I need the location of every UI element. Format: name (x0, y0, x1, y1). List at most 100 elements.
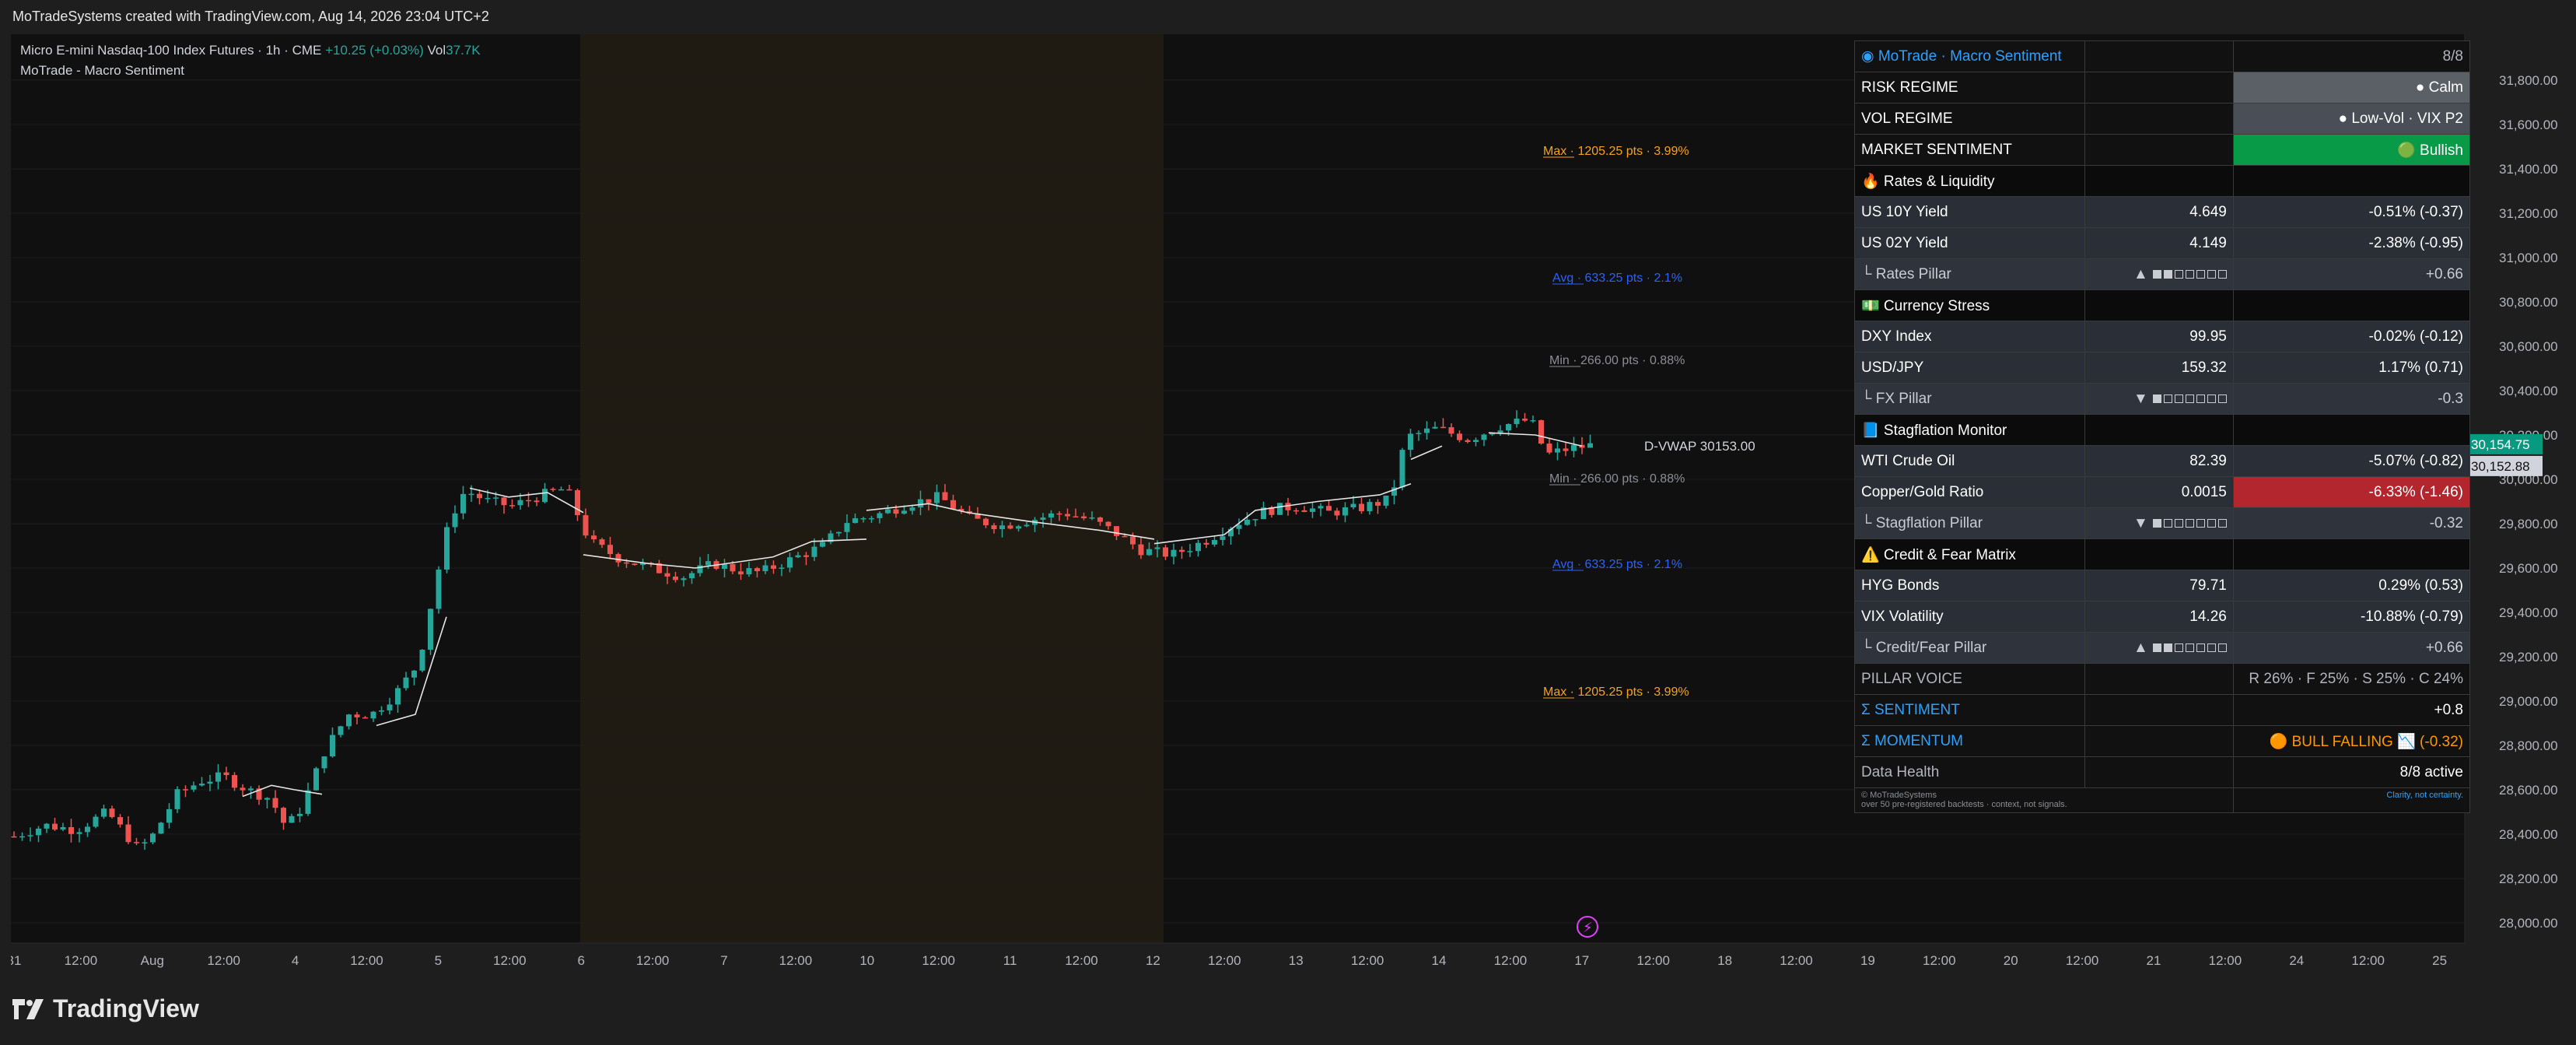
vwap-label: D-VWAP 30153.00 (1644, 439, 1755, 454)
candle-body (811, 546, 817, 557)
indicator-name[interactable]: MoTrade - Macro Sentiment (20, 61, 481, 81)
meter-square (2217, 518, 2227, 528)
footnote-right: Clarity, not certainty. (2232, 787, 2471, 813)
candle-body (101, 808, 107, 817)
candle-body (305, 790, 311, 814)
candle-body (754, 568, 760, 572)
candle-body (85, 826, 90, 833)
price-tick-label: 31,400.00 (2499, 162, 2558, 177)
candle-body (52, 823, 58, 830)
candle-body (1007, 525, 1013, 529)
candle-body (125, 824, 131, 843)
top-bar: MoTradeSystems created with TradingView.… (0, 0, 2576, 34)
candle-body (1367, 502, 1373, 511)
candle-body (1457, 433, 1462, 440)
rates-pillar-label: └ Rates Pillar (1854, 258, 2085, 290)
candle-body (1318, 506, 1324, 509)
chart-legend: Micro E-mini Nasdaq-100 Index Futures · … (20, 40, 481, 81)
candle-body (575, 489, 580, 516)
meter-square (2196, 643, 2205, 652)
candle-body (232, 775, 237, 788)
candle-body (1073, 516, 1079, 518)
candle-body (681, 578, 687, 580)
candle-body (183, 789, 188, 791)
time-tick-label: 11 (1003, 953, 1017, 968)
candle-body (607, 545, 613, 555)
fx-pillar-score: -0.3 (2232, 383, 2471, 415)
section-credit: ⚠️ Credit & Fear Matrix (1854, 538, 2085, 570)
candle-body (820, 542, 825, 547)
candle-body (1408, 433, 1413, 451)
candle-body (844, 523, 850, 532)
candle-body (1301, 510, 1307, 512)
symbol-line[interactable]: Micro E-mini Nasdaq-100 Index Futures · … (20, 40, 481, 61)
candle-body (926, 499, 932, 503)
candle-body (1146, 549, 1152, 556)
rates-pillar-bars (2152, 269, 2227, 279)
candle-body (313, 768, 319, 791)
candle-body (370, 711, 376, 719)
candle-body (174, 789, 180, 809)
price-tick-label: 29,400.00 (2499, 605, 2558, 620)
table-title: ◉ MoTrade · Macro Sentiment (1854, 40, 2085, 72)
time-tick-label: 12:00 (1351, 953, 1384, 968)
time-tick-label: 12:00 (493, 953, 527, 968)
candle-body (1220, 536, 1226, 540)
market-sentiment-label: MARKET SENTIMENT (1854, 134, 2085, 166)
meter-square (2152, 394, 2161, 403)
candle-body (207, 781, 213, 784)
meter-square (2174, 269, 2183, 279)
candle-body (534, 500, 540, 503)
price-tick-label: 29,800.00 (2499, 517, 2558, 531)
candle-body (362, 717, 368, 719)
macro-sentiment-table: ◉ MoTrade · Macro Sentiment 8/8 RISK REG… (1854, 40, 2471, 813)
candle-body (1081, 516, 1087, 519)
time-tick-label: 12:00 (1208, 953, 1241, 968)
time-tick-label: 12:00 (779, 953, 813, 968)
weekend-highlight (580, 34, 1164, 943)
candle-body (909, 507, 915, 511)
candle-body (60, 827, 66, 830)
tradingview-logo[interactable]: TradingView (12, 994, 199, 1023)
candle-body (1048, 513, 1054, 518)
us10y-change: -0.51% (-0.37) (2232, 196, 2471, 228)
volume-value: 37.7K (446, 43, 481, 58)
candle-body (403, 677, 409, 689)
candle-body (664, 573, 670, 577)
candle-body (93, 816, 99, 827)
footer: TradingView (0, 977, 2576, 1045)
candle-body (1203, 542, 1209, 545)
meter-square (2217, 643, 2227, 652)
meter-square (2185, 269, 2194, 279)
candle-body (1522, 419, 1528, 421)
candle-body (150, 833, 156, 843)
candle-body (1481, 434, 1487, 440)
time-tick-label: 21 (2147, 953, 2161, 968)
candle-body (289, 815, 295, 823)
meter-square (2207, 643, 2216, 652)
stat-annotation: Max · 1205.25 pts · 3.99% (1543, 686, 1689, 699)
candle-body (1065, 514, 1070, 517)
time-tick-label: 20 (2004, 953, 2018, 968)
rates-pillar-meter: ▲ (2084, 258, 2234, 290)
candle-body (1497, 430, 1503, 433)
stagflation-pillar-bars (2152, 518, 2227, 528)
price-change: +10.25 (+0.03%) (325, 43, 424, 58)
candle-body (1122, 535, 1128, 538)
candle-body (1571, 444, 1577, 451)
time-tick-label: 31 (11, 953, 21, 968)
stat-annotation: Min · 266.00 pts · 0.88% (1549, 354, 1685, 367)
candle-body (591, 535, 597, 540)
time-tick-label: 12:00 (636, 953, 670, 968)
candle-body (1212, 539, 1217, 545)
us10y-label: US 10Y Yield (1854, 196, 2085, 228)
candle-body (1448, 427, 1454, 434)
meter-square (2196, 269, 2205, 279)
candle-body (1506, 423, 1511, 431)
candle-body (738, 571, 744, 575)
meter-square (2207, 518, 2216, 528)
candle-body (1440, 426, 1446, 429)
candle-body (379, 710, 384, 712)
price-tick-label: 30,600.00 (2499, 339, 2558, 354)
symbol-name[interactable]: Micro E-mini Nasdaq-100 Index Futures · … (20, 43, 321, 58)
